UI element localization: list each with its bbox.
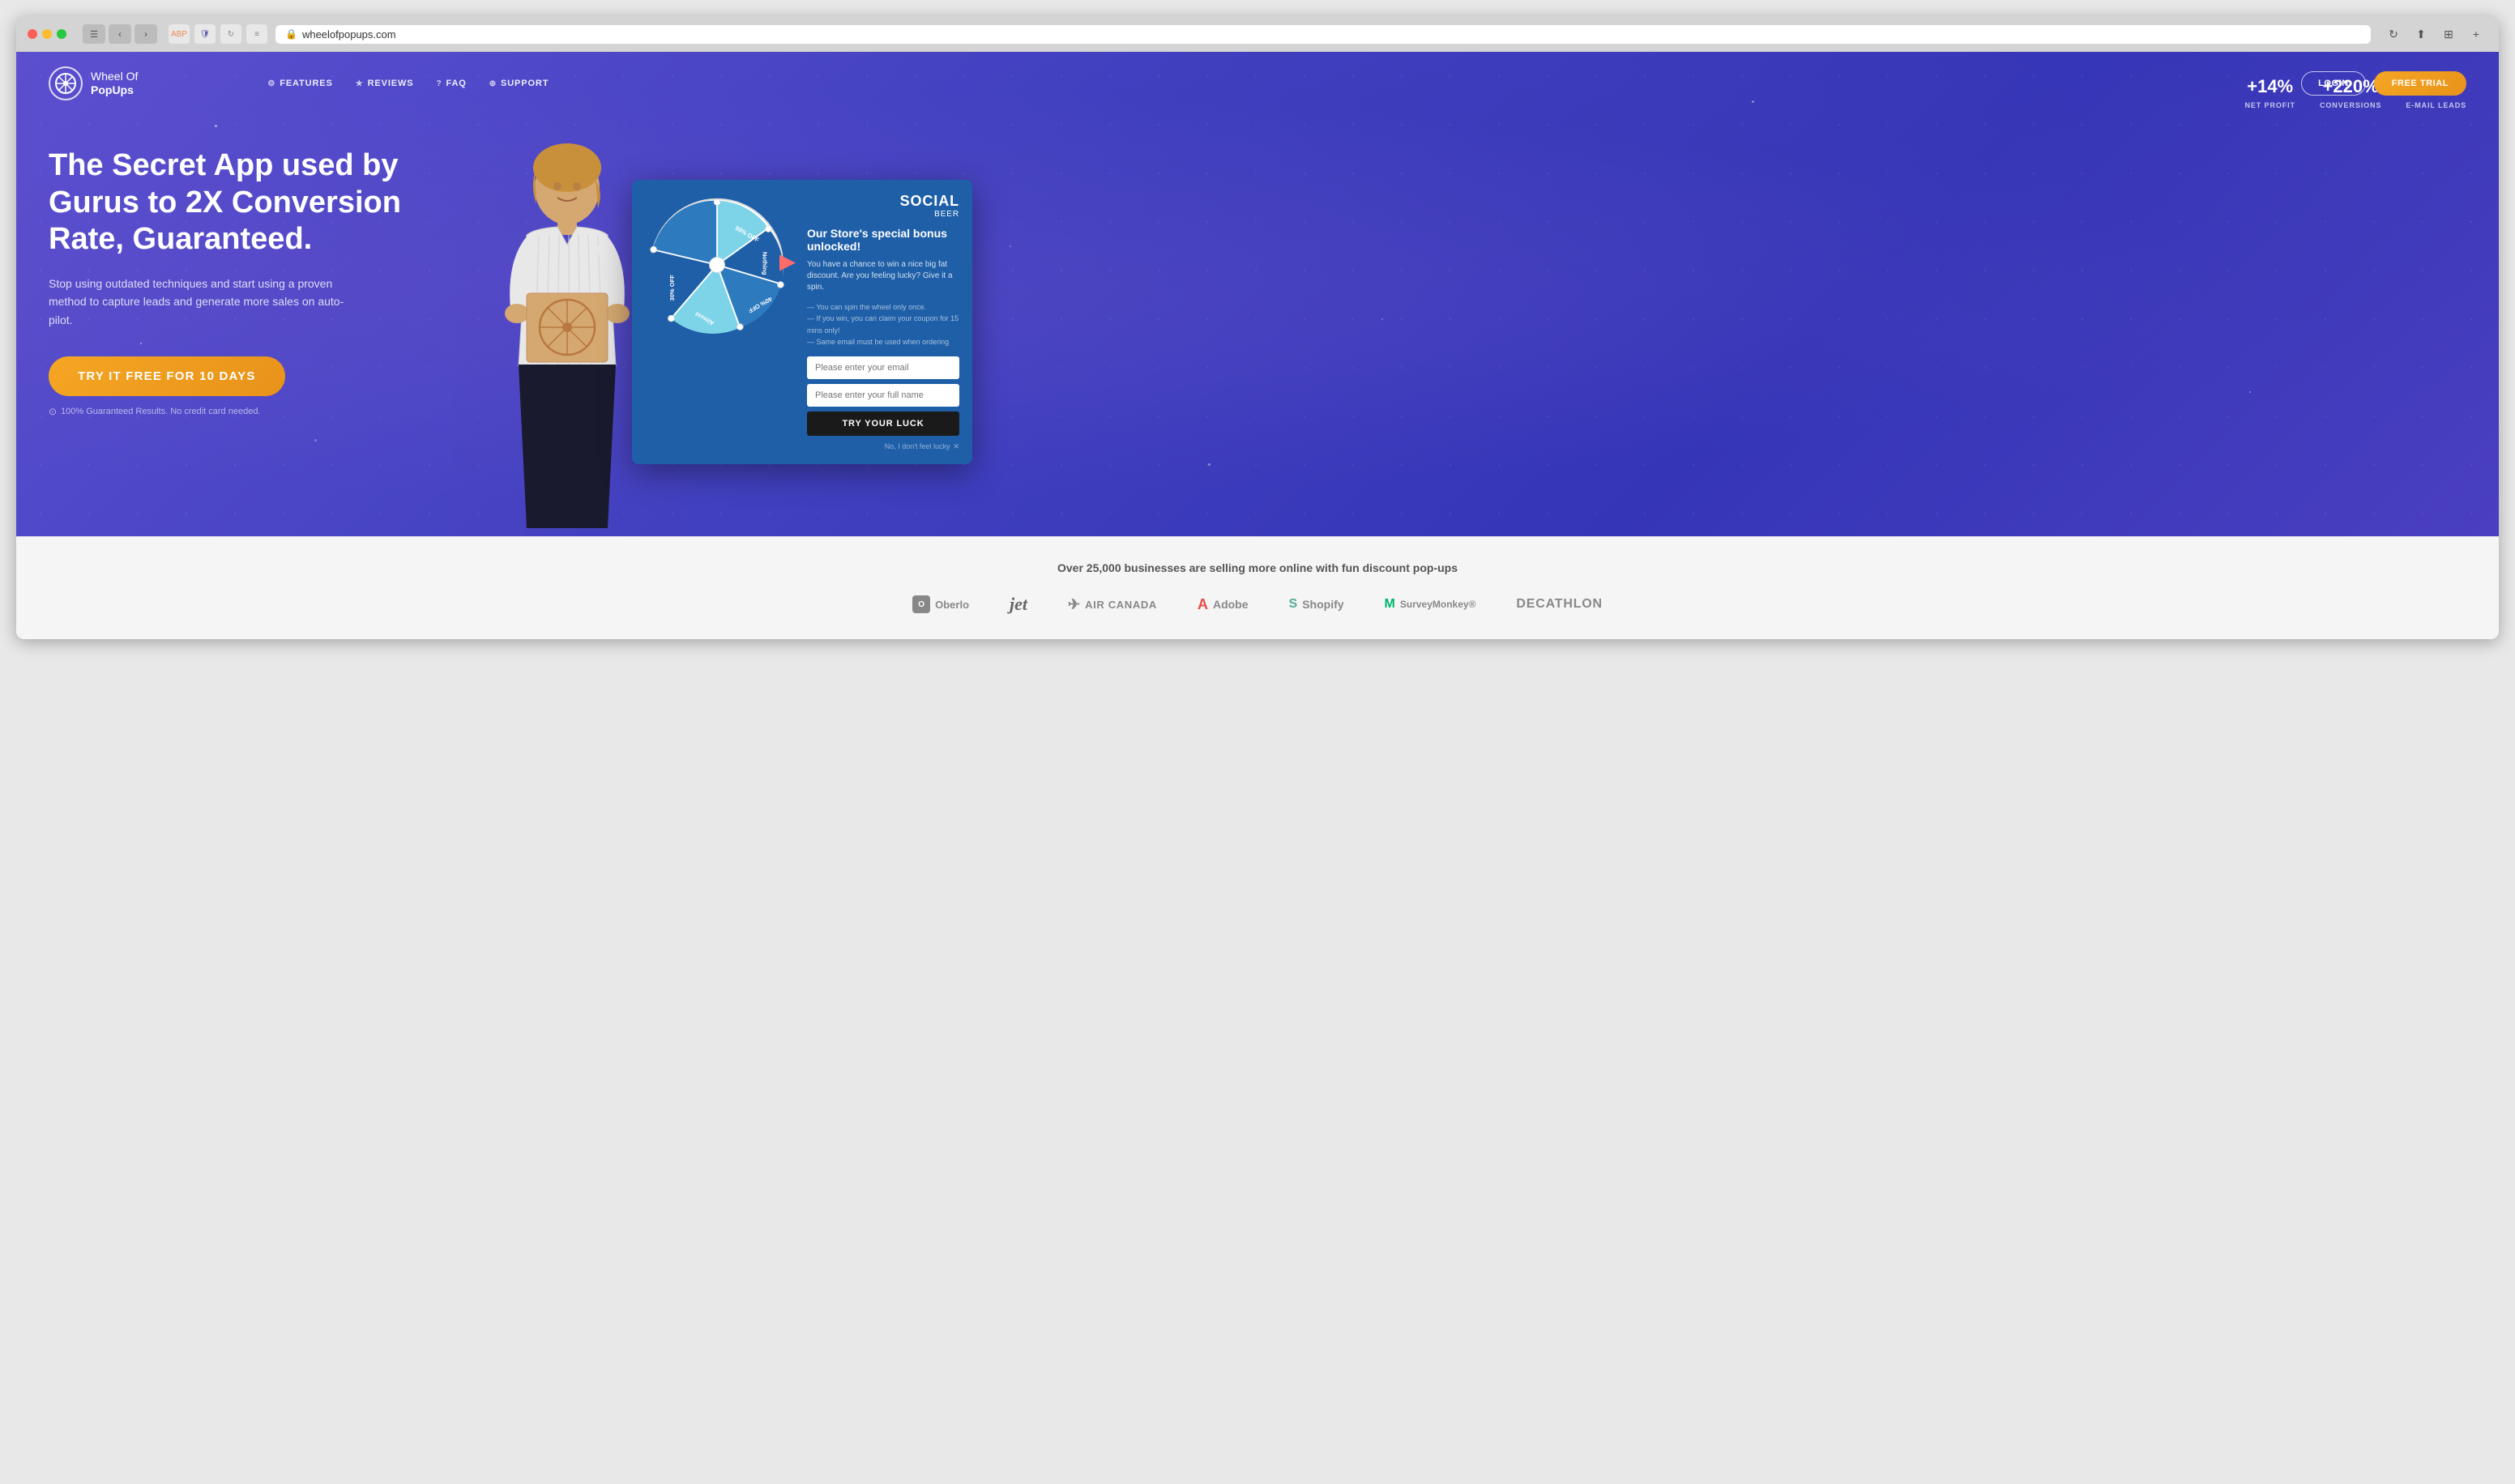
- new-tab-button[interactable]: ⊞: [2437, 24, 2460, 44]
- popup-title: Our Store's special bonus unlocked!: [807, 227, 959, 253]
- browser-action-buttons: ↻ ⬆ ⊞ +: [2382, 24, 2487, 44]
- minimize-dot[interactable]: [42, 29, 52, 39]
- share-button[interactable]: ⬆: [2410, 24, 2432, 44]
- nav-link-features[interactable]: ⚙ FEATURES: [267, 79, 332, 88]
- guaranteed-text: ⊙ 100% Guaranteed Results. No credit car…: [49, 406, 438, 417]
- hero-heading: The Secret App used by Gurus to 2X Conve…: [49, 147, 438, 258]
- nav-item-features[interactable]: ⚙ FEATURES: [267, 79, 332, 88]
- logo-link[interactable]: Wheel Of PopUps: [49, 66, 138, 100]
- close-icon: ✕: [953, 442, 959, 451]
- maximize-dot[interactable]: [57, 29, 66, 39]
- brand-logo-surveymonkey: M SurveyMonkey®: [1385, 597, 1476, 612]
- brand-logo-adobe: A Adobe: [1198, 596, 1249, 613]
- brand-logo-jet: jet: [1010, 594, 1027, 615]
- svg-text:Nothing: Nothing: [762, 252, 769, 275]
- popup-inner: 50% OFF Nothing 40% OFF Almost 30% OFF: [632, 180, 972, 464]
- decathlon-label: DECATHLON: [1516, 597, 1602, 612]
- popup-rules: — You can spin the wheel only once. — If…: [807, 301, 959, 348]
- no-thanks-button[interactable]: No, I don't feel lucky ✕: [807, 442, 959, 451]
- air-canada-icon: ✈: [1068, 596, 1080, 613]
- hero-left-column: The Secret App used by Gurus to 2X Conve…: [49, 131, 438, 466]
- refresh-button[interactable]: ↻: [2382, 24, 2405, 44]
- menu-extension[interactable]: ≡: [246, 24, 267, 44]
- brand-logo-decathlon: DECATHLON: [1516, 597, 1602, 612]
- other-extension[interactable]: ↻: [220, 24, 241, 44]
- lock-icon: 🔒: [285, 28, 297, 40]
- popup-name-input[interactable]: [807, 384, 959, 407]
- brand-logo-air-canada: ✈ AIR CANADA: [1068, 596, 1157, 613]
- url-bar[interactable]: 🔒 wheelofpopups.com: [275, 25, 2371, 44]
- free-trial-button[interactable]: FREE TRIAL: [2374, 71, 2466, 96]
- brands-logos: O Oberlo jet ✈ AIR CANADA A Adobe S Shop…: [49, 594, 2466, 615]
- spin-wheel-svg: 50% OFF Nothing 40% OFF Almost 30% OFF: [648, 196, 786, 334]
- adobe-label: Adobe: [1213, 598, 1249, 611]
- nav-actions: LOGIN FREE TRIAL: [2301, 71, 2466, 96]
- forward-button[interactable]: ›: [135, 24, 157, 44]
- brand-logo-oberlo: O Oberlo: [912, 595, 969, 613]
- nav-link-faq[interactable]: ? FAQ: [436, 79, 466, 88]
- shield-extension[interactable]: 🛡: [194, 24, 216, 44]
- nav-item-reviews[interactable]: ★ REVIEWS: [356, 79, 414, 88]
- air-canada-label: AIR CANADA: [1085, 599, 1157, 611]
- adblock-extension[interactable]: ABP: [169, 24, 190, 44]
- nav-link-support[interactable]: ⊕ SUPPORT: [489, 79, 549, 88]
- popup-form-section: SOCIAL BEER Our Store's special bonus un…: [794, 180, 972, 464]
- hero-content: The Secret App used by Gurus to 2X Conve…: [16, 115, 2499, 536]
- popup-brand: SOCIAL BEER: [807, 193, 959, 219]
- hero-section: +14% NET PROFIT +220% CONVERSIONS +450% …: [16, 52, 2499, 536]
- login-button[interactable]: LOGIN: [2301, 71, 2366, 96]
- logo-icon: [49, 66, 83, 100]
- faq-icon: ?: [436, 79, 442, 88]
- jet-label: jet: [1010, 594, 1027, 615]
- wheel-container: 50% OFF Nothing 40% OFF Almost 30% OFF: [648, 196, 786, 334]
- brands-section: Over 25,000 businesses are selling more …: [16, 536, 2499, 639]
- logo-text: Wheel Of PopUps: [91, 70, 138, 97]
- oberlo-icon: O: [912, 595, 930, 613]
- close-dot[interactable]: [28, 29, 37, 39]
- shopify-label: Shopify: [1302, 598, 1343, 611]
- support-icon: ⊕: [489, 79, 497, 88]
- wheel-pointer: [779, 254, 796, 277]
- wheel-logo-svg: [54, 72, 77, 95]
- website-content: +14% NET PROFIT +220% CONVERSIONS +450% …: [16, 52, 2499, 639]
- surveymonkey-label: SurveyMonkey®: [1400, 599, 1476, 610]
- wheel-section: 50% OFF Nothing 40% OFF Almost 30% OFF: [632, 180, 794, 464]
- shopify-icon: S: [1289, 597, 1298, 612]
- nav-link-reviews[interactable]: ★ REVIEWS: [356, 79, 414, 88]
- adobe-icon: A: [1198, 596, 1208, 613]
- brands-headline: Over 25,000 businesses are selling more …: [49, 561, 2466, 574]
- nav-item-faq[interactable]: ? FAQ: [436, 79, 466, 88]
- hero-subtext: Stop using outdated techniques and start…: [49, 275, 357, 329]
- navbar: Wheel Of PopUps ⚙ FEATURES ★ R: [16, 52, 2499, 115]
- surveymonkey-icon: M: [1385, 597, 1395, 612]
- popup-email-input[interactable]: [807, 356, 959, 379]
- browser-toolbar: ☰ ‹ › ABP 🛡 ↻ ≡ 🔒 wheelofpopups.com ↻ ⬆ …: [16, 16, 2499, 52]
- url-text: wheelofpopups.com: [302, 28, 396, 41]
- check-icon: ⊙: [49, 406, 57, 417]
- sidebar-toggle-button[interactable]: ☰: [83, 24, 105, 44]
- svg-text:30% OFF: 30% OFF: [668, 275, 676, 301]
- browser-extensions: ABP 🛡 ↻ ≡: [169, 24, 267, 44]
- back-button[interactable]: ‹: [109, 24, 131, 44]
- reviews-icon: ★: [356, 79, 364, 88]
- nav-links: ⚙ FEATURES ★ REVIEWS ? FAQ: [267, 79, 549, 88]
- browser-window: ☰ ‹ › ABP 🛡 ↻ ≡ 🔒 wheelofpopups.com ↻ ⬆ …: [16, 16, 2499, 639]
- hero-right-column: 50% OFF Nothing 40% OFF Almost 30% OFF: [438, 131, 2466, 536]
- browser-nav-buttons: ☰ ‹ ›: [83, 24, 157, 44]
- browser-dots: [28, 29, 66, 39]
- nav-item-support[interactable]: ⊕ SUPPORT: [489, 79, 549, 88]
- popup-desc: You have a chance to win a nice big fat …: [807, 259, 959, 293]
- cta-button[interactable]: TRY IT FREE FOR 10 DAYS: [49, 356, 285, 396]
- oberlo-label: Oberlo: [935, 599, 969, 611]
- features-icon: ⚙: [267, 79, 275, 88]
- try-luck-button[interactable]: TRY YOUR LUCK: [807, 412, 959, 436]
- brand-logo-shopify: S Shopify: [1289, 597, 1344, 612]
- add-button[interactable]: +: [2465, 24, 2487, 44]
- popup-card: 50% OFF Nothing 40% OFF Almost 30% OFF: [632, 180, 972, 464]
